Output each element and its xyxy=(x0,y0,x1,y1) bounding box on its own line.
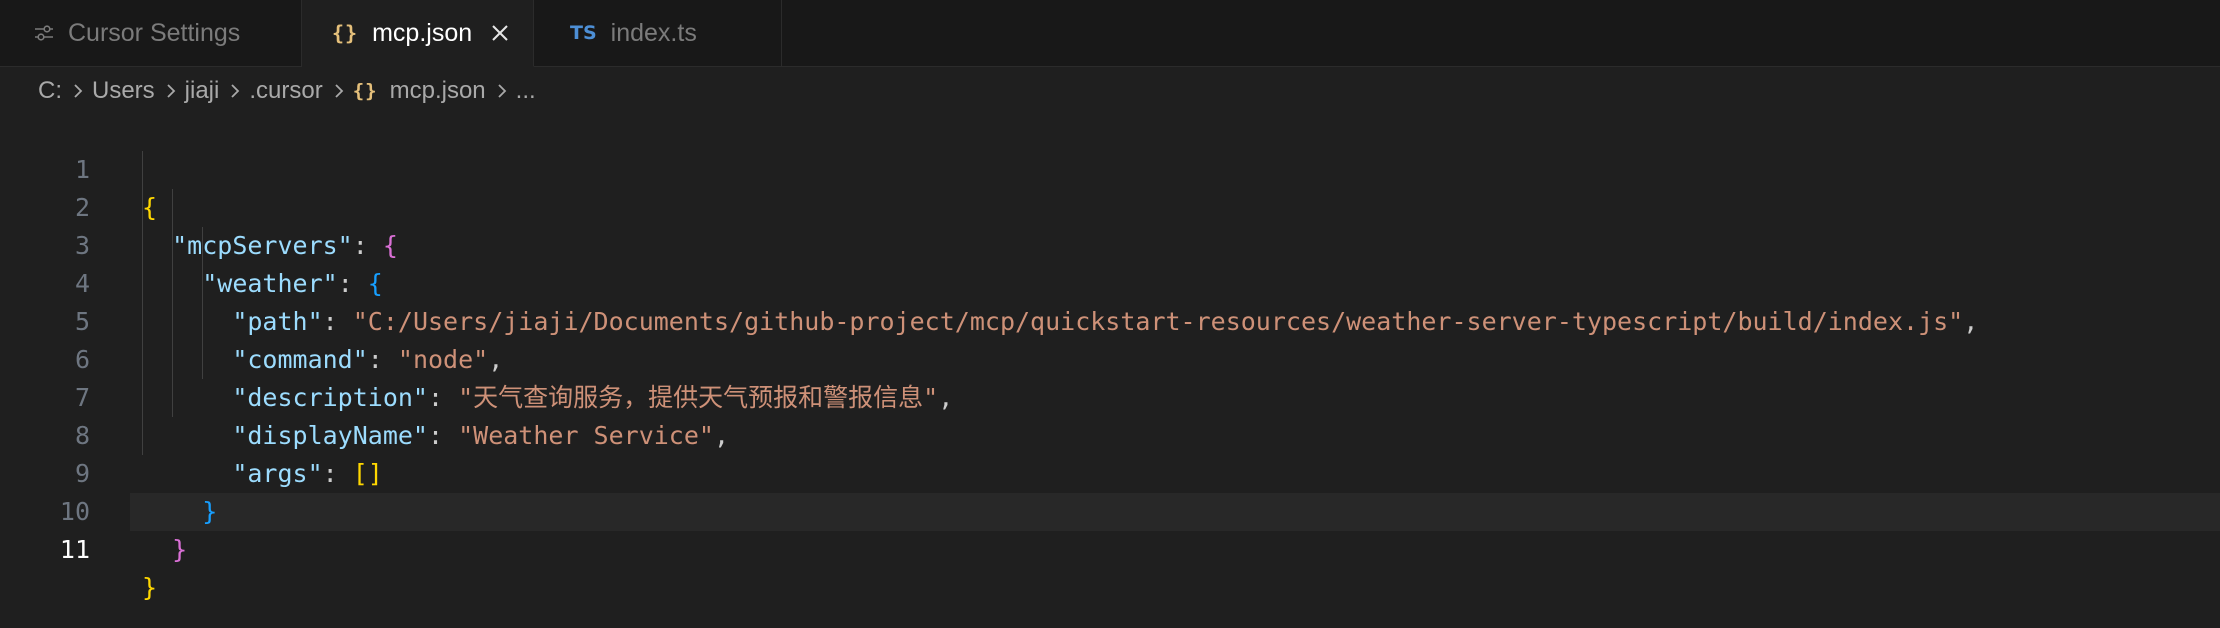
code-editor[interactable]: 1 { 2 "mcpServers": { 3 "weather": { 4 "… xyxy=(0,113,2220,628)
code-line: 1 { xyxy=(0,113,2220,222)
tab-label: Cursor Settings xyxy=(68,18,241,47)
code-line: 8 "args": [] xyxy=(0,379,2220,488)
code-content: } xyxy=(142,531,187,569)
tab-mcp-json[interactable]: {} mcp.json xyxy=(302,0,534,67)
chevron-right-icon xyxy=(333,82,345,100)
code-line: 9 } xyxy=(0,417,2220,526)
breadcrumb-file-label: mcp.json xyxy=(389,77,486,104)
chevron-right-icon xyxy=(496,82,508,100)
tab-index-ts[interactable]: TS index.ts xyxy=(534,0,782,66)
tab-label: index.ts xyxy=(610,18,697,47)
tab-label: mcp.json xyxy=(372,18,473,47)
sliders-icon xyxy=(34,24,54,42)
breadcrumb-item-ellipsis[interactable]: ... xyxy=(516,77,536,105)
breadcrumb-item-drive[interactable]: C: xyxy=(38,77,62,105)
json-braces-icon: {} xyxy=(332,21,359,45)
chevron-right-icon xyxy=(165,82,177,100)
typescript-icon: TS xyxy=(570,22,597,44)
line-number-active: 11 xyxy=(59,535,90,564)
code-line: 4 "path": "C:/Users/jiaji/Documents/gith… xyxy=(0,227,2220,336)
code-line: 2 "mcpServers": { xyxy=(0,151,2220,260)
editor-tab-bar: Cursor Settings {} mcp.json TS index.ts xyxy=(0,0,2220,67)
code-line: 11 } xyxy=(0,493,2220,602)
brace: } xyxy=(142,573,158,602)
code-line: 6 "description": "天气查询服务，提供天气预报和警报信息", xyxy=(0,303,2220,412)
tab-cursor-settings[interactable]: Cursor Settings xyxy=(0,0,302,66)
brace: } xyxy=(172,535,188,564)
chevron-right-icon xyxy=(72,82,84,100)
code-line: 10 } xyxy=(0,455,2220,564)
breadcrumb-item-users[interactable]: Users xyxy=(92,77,155,105)
breadcrumb-item-jiaji[interactable]: jiaji xyxy=(185,77,220,105)
chevron-right-icon xyxy=(229,82,241,100)
code-line: 7 "displayName": "Weather Service", xyxy=(0,341,2220,450)
close-icon[interactable] xyxy=(485,18,515,48)
breadcrumb-item-cursor[interactable]: .cursor xyxy=(249,77,322,105)
json-braces-icon: {} xyxy=(352,80,378,102)
code-line: 5 "command": "node", xyxy=(0,265,2220,374)
code-content: } xyxy=(142,569,157,607)
breadcrumb-item-file[interactable]: {} mcp.json xyxy=(353,77,486,105)
breadcrumb: C: Users jiaji .cursor {} mcp.json ... xyxy=(38,72,536,110)
code-line: 3 "weather": { xyxy=(0,189,2220,298)
